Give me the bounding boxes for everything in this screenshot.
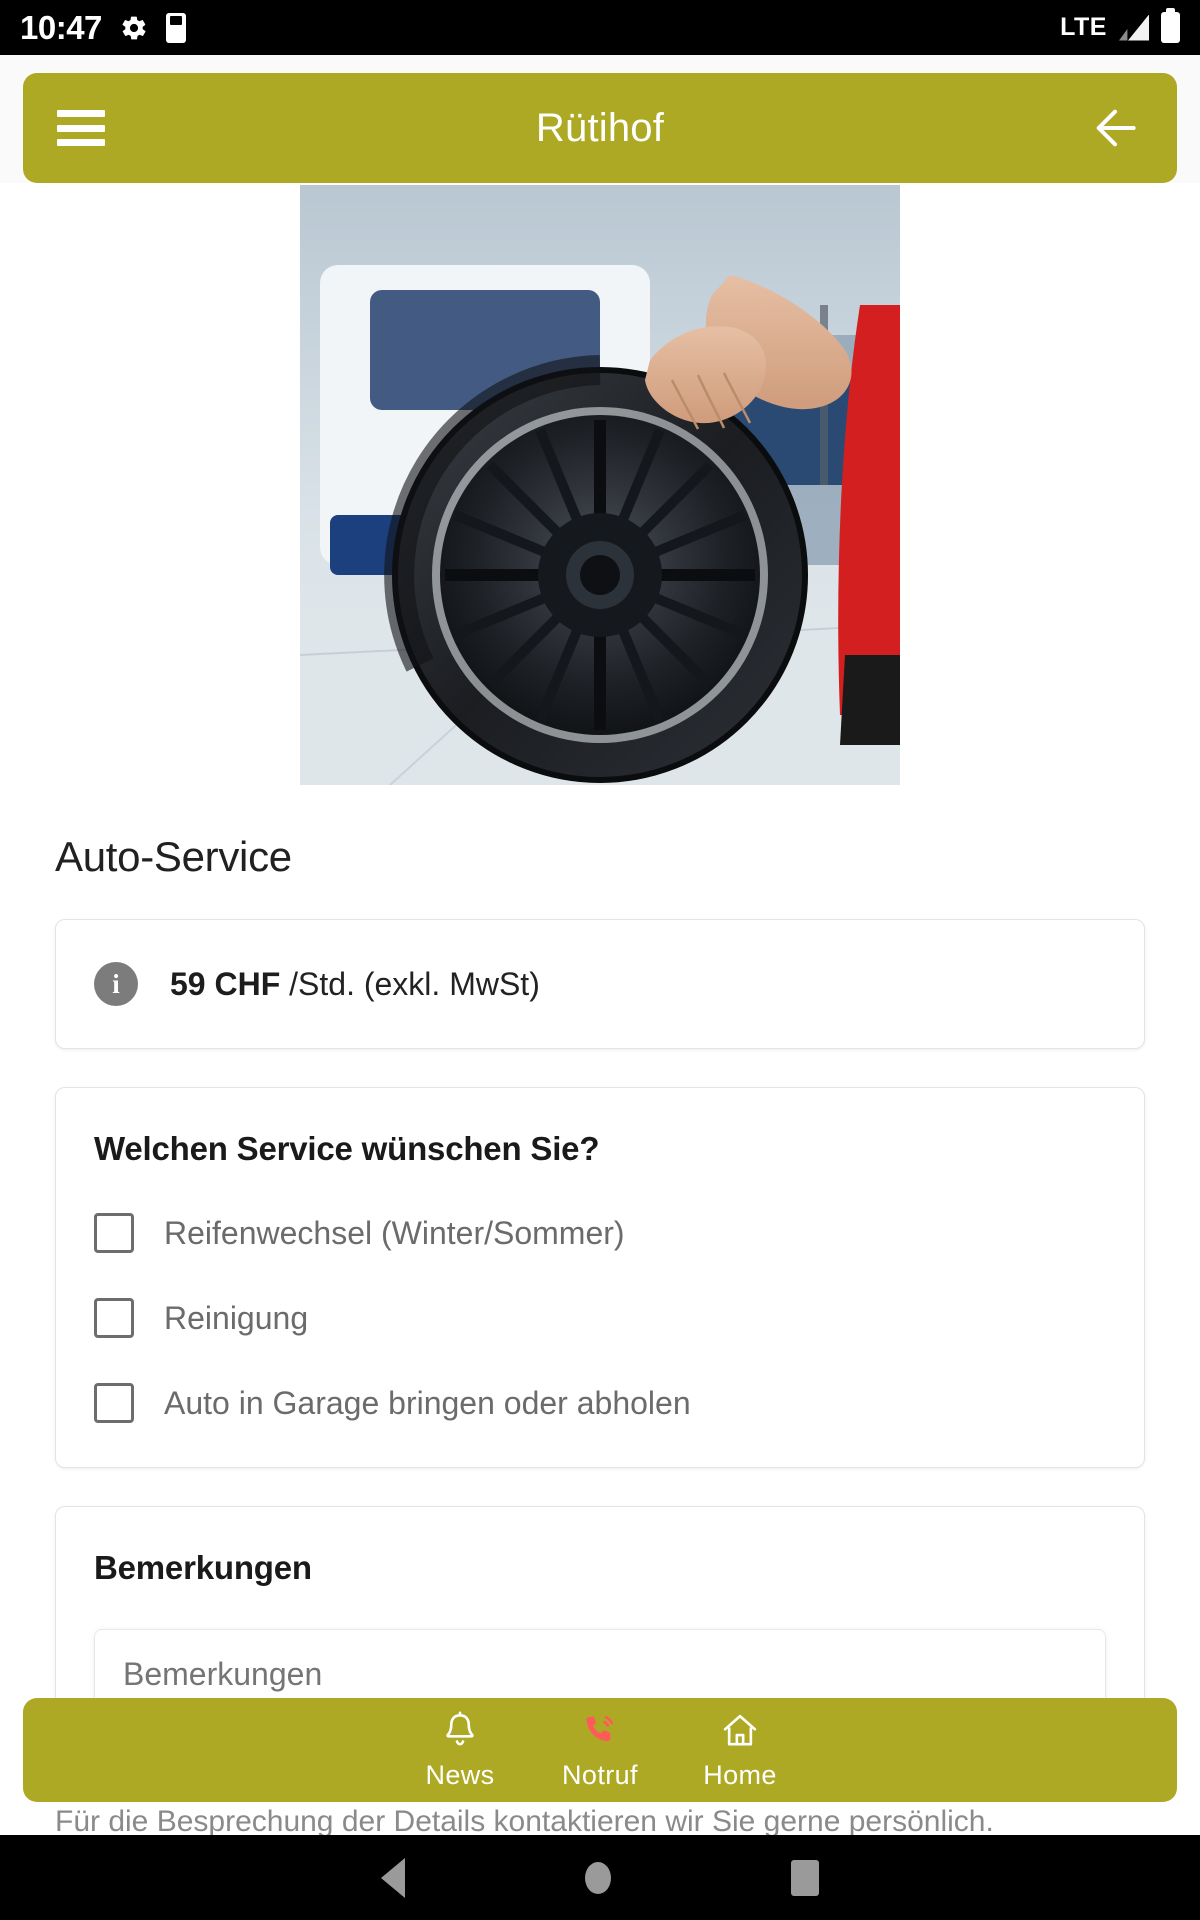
service-title: Auto-Service — [55, 833, 292, 880]
nav-item-notruf[interactable]: Notruf — [530, 1710, 670, 1791]
battery-icon — [1161, 8, 1180, 43]
nav-label-notruf: Notruf — [562, 1759, 638, 1790]
checkbox-row-reifenwechsel[interactable]: Reifenwechsel (Winter/Sommer) — [94, 1213, 1106, 1253]
network-type-label: LTE — [1060, 13, 1107, 41]
sd-card-icon — [165, 12, 186, 43]
status-right-cluster: LTE — [1060, 8, 1180, 43]
price-text: 59 CHF /Std. (exkl. MwSt) — [170, 966, 540, 1003]
app-bar: Rütihof — [23, 73, 1177, 183]
price-card: i 59 CHF /Std. (exkl. MwSt) — [55, 919, 1145, 1049]
scroll-content[interactable]: Auto-Service i 59 CHF /Std. (exkl. MwSt)… — [0, 183, 1200, 1835]
phone-screen: 10:47 LTE Rütihof Auto-Service i 59 CHF … — [0, 0, 1200, 1920]
hamburger-menu-icon[interactable] — [57, 110, 105, 146]
back-button[interactable] — [1087, 100, 1143, 156]
android-navigation-bar — [0, 1835, 1200, 1920]
info-icon[interactable]: i — [94, 962, 138, 1006]
nav-label-news: News — [425, 1759, 495, 1790]
home-circle-icon[interactable] — [585, 1861, 611, 1894]
arrow-left-icon — [1096, 109, 1136, 147]
home-icon — [723, 1714, 757, 1745]
status-clock: 10:47 — [20, 8, 102, 46]
page-title: Rütihof — [535, 105, 665, 150]
checkbox-abholen[interactable] — [94, 1383, 134, 1423]
gear-icon — [122, 16, 146, 39]
checkbox-row-reinigung[interactable]: Reinigung — [94, 1298, 1106, 1338]
nav-label-home: Home — [703, 1759, 777, 1790]
service-question-heading: Welchen Service wünschen Sie? — [94, 1130, 600, 1167]
price-amount: 59 CHF — [170, 965, 281, 1002]
nav-item-home[interactable]: Home — [670, 1710, 810, 1791]
bottom-navigation: News Notruf Home — [23, 1698, 1177, 1802]
emergency-call-icon — [586, 1715, 614, 1741]
remarks-heading: Bemerkungen — [94, 1549, 312, 1586]
price-unit: /Std. (exkl. MwSt) — [280, 965, 540, 1002]
android-status-bar: 10:47 LTE — [0, 0, 1200, 55]
service-selection-card: Welchen Service wünschen Sie? Reifenwech… — [55, 1087, 1145, 1468]
contact-note: Für die Besprechung der Details kontakti… — [55, 1805, 994, 1835]
checkbox-reinigung[interactable] — [94, 1298, 134, 1338]
back-triangle-icon[interactable] — [381, 1857, 405, 1898]
checkbox-label-reifenwechsel: Reifenwechsel (Winter/Sommer) — [164, 1214, 625, 1251]
checkbox-label-reinigung: Reinigung — [164, 1299, 309, 1336]
service-hero-image — [300, 185, 900, 785]
signal-icon — [1119, 15, 1149, 41]
bell-icon — [446, 1710, 474, 1745]
recents-square-icon[interactable] — [791, 1859, 819, 1896]
checkbox-label-abholen: Auto in Garage bringen oder abholen — [164, 1384, 691, 1421]
status-left-cluster: 10:47 — [20, 9, 186, 47]
checkbox-row-abholen[interactable]: Auto in Garage bringen oder abholen — [94, 1383, 1106, 1423]
checkbox-reifenwechsel[interactable] — [94, 1213, 134, 1253]
nav-item-news[interactable]: News — [390, 1710, 530, 1791]
tire-photo-illustration — [300, 185, 900, 785]
